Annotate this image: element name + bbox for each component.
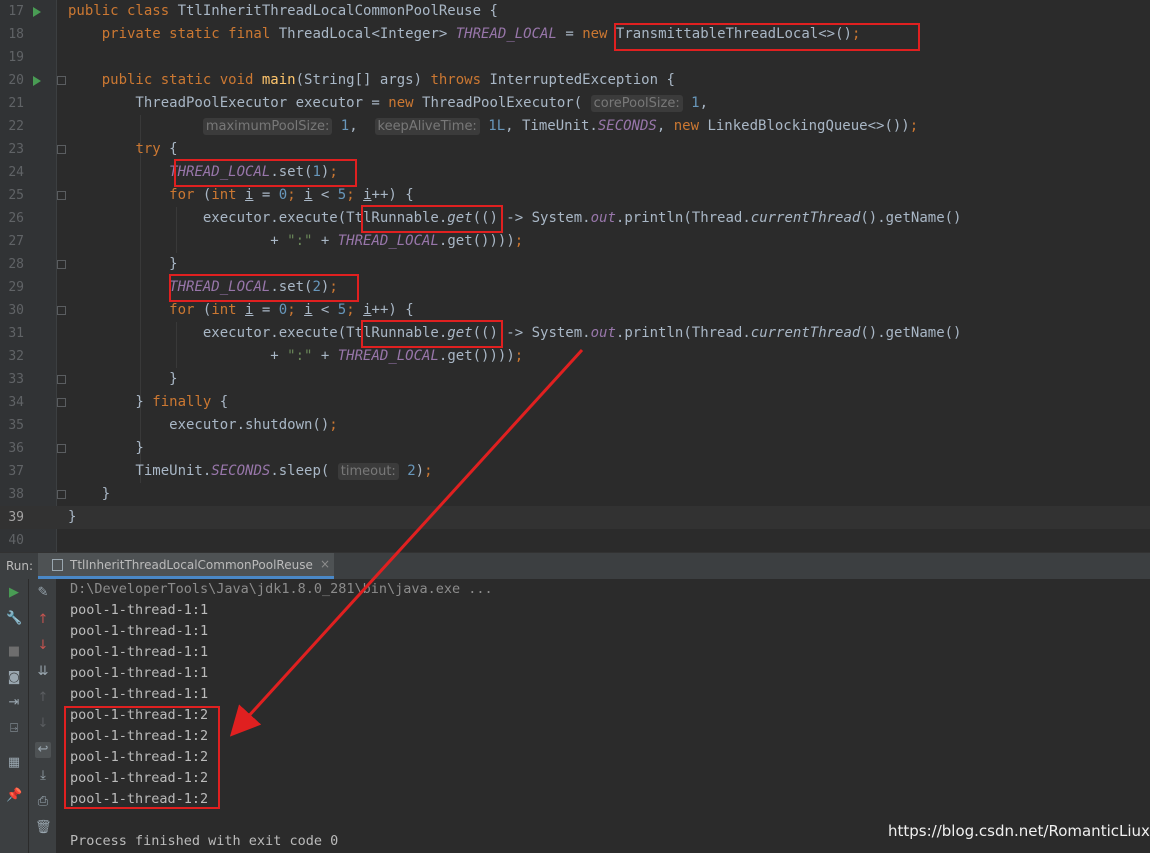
annotation-arrow: [229, 348, 584, 737]
watermark-text: https://blog.csdn.net/RomanticLiuxu: [888, 822, 1150, 840]
arrow-line: [229, 348, 584, 737]
